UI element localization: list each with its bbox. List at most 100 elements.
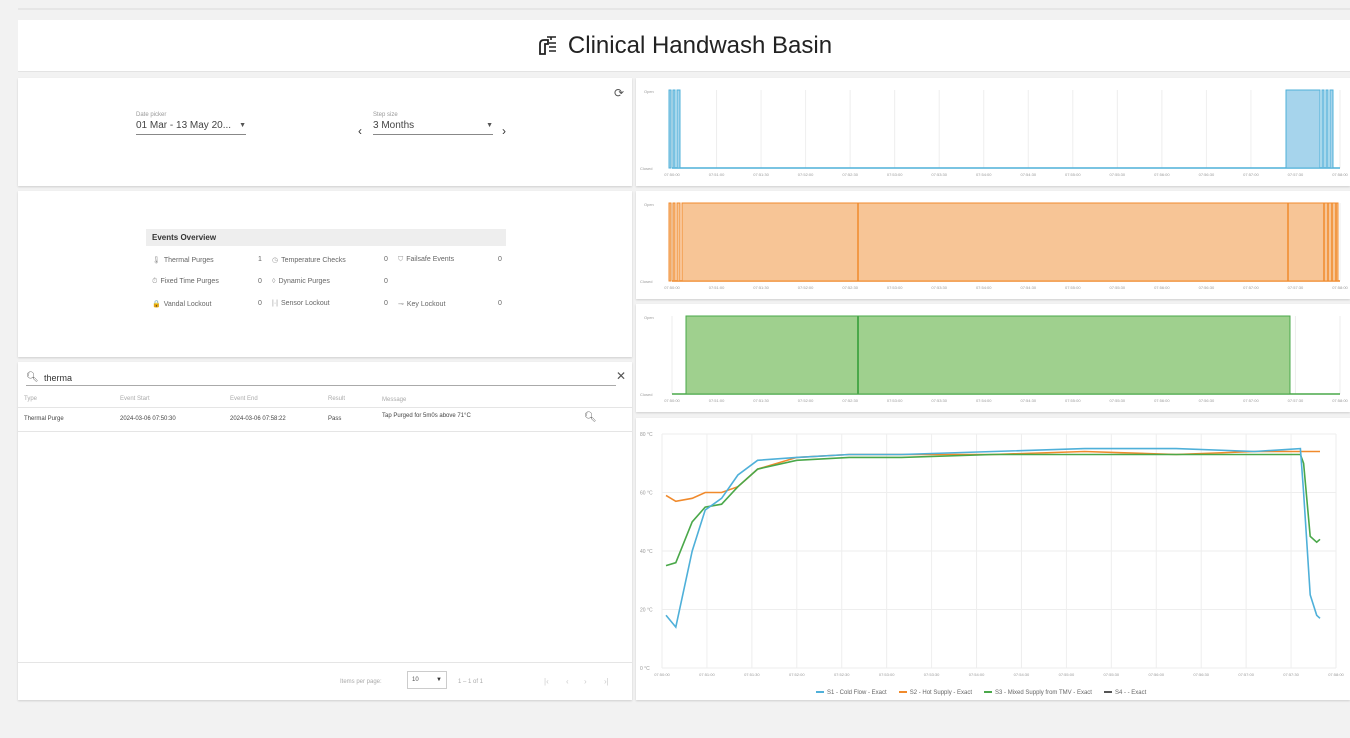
- x-tick-label: 07:57:30: [1288, 398, 1304, 403]
- search-icon: 🔍︎: [26, 372, 39, 383]
- on-segment: [672, 89, 676, 169]
- items-per-page-value: 10: [412, 677, 419, 683]
- legend-label: S2 - Hot Supply - Exact: [909, 690, 973, 696]
- column-header-event-end[interactable]: Event End: [230, 396, 258, 402]
- legend-swatch: [816, 691, 824, 694]
- search-input[interactable]: [44, 372, 564, 383]
- step-size-value[interactable]: 3 Months ▼: [373, 120, 493, 135]
- y-tick-label: 40 °C: [640, 549, 653, 555]
- event-label: Dynamic Purges: [278, 278, 330, 285]
- event-count: 0: [384, 300, 388, 307]
- legend-item-s3[interactable]: S3 - Mixed Supply from TMV - Exact: [984, 690, 1092, 696]
- x-tick-label: 07:51:00: [709, 172, 725, 177]
- digital-chart-s2: 07:50:00 07:51:00 07:51:30 07:52:00 07:52:30…: [636, 191, 1350, 299]
- on-segment: [685, 315, 1291, 395]
- x-tick-label: 07:55:00: [1065, 172, 1081, 177]
- stopwatch-icon: ⏱: [152, 278, 158, 285]
- series-line-s2: [665, 450, 1320, 503]
- first-page-button[interactable]: |‹: [544, 677, 549, 686]
- next-page-button[interactable]: ›: [584, 677, 587, 686]
- x-tick-label: 07:58:00: [1332, 172, 1348, 177]
- column-header-event-start[interactable]: Event Start: [120, 396, 150, 402]
- x-tick-label: 07:51:30: [753, 285, 769, 290]
- x-tick-label: 07:50:00: [664, 285, 680, 290]
- next-step-button[interactable]: ›: [502, 124, 506, 138]
- step-size-text: 3 Months: [373, 120, 415, 131]
- page-title-text: Clinical Handwash Basin: [567, 31, 833, 59]
- dropdown-caret-icon: ▼: [239, 122, 246, 129]
- y-tick-label: Open: [644, 89, 654, 94]
- series-line-s3: [665, 453, 1321, 567]
- x-tick-label: 07:55:00: [1059, 672, 1075, 677]
- step-size-label: Step size: [373, 112, 398, 118]
- on-segment: [668, 202, 672, 282]
- date-range-picker[interactable]: Date picker 01 Mar - 13 May 20... ▼: [136, 112, 246, 135]
- legend-swatch: [898, 691, 907, 694]
- x-tick-label: 07:55:30: [1110, 398, 1126, 403]
- x-tick-label: 07:52:30: [834, 672, 850, 677]
- x-tick-label: 07:57:30: [1288, 172, 1304, 177]
- legend-item-s4[interactable]: S4 - - Exact: [1103, 690, 1147, 696]
- previous-step-button[interactable]: ‹: [358, 124, 362, 138]
- table-row[interactable]: Thermal Purge 2024-03-06 07:50:30 2024-0…: [18, 410, 632, 432]
- series-line-s1: [665, 447, 1321, 629]
- event-label: Sensor Lockout: [280, 300, 330, 307]
- x-tick-label: 07:51:30: [753, 172, 769, 177]
- x-tick-label: 07:56:00: [1154, 285, 1170, 290]
- previous-page-button[interactable]: ‹: [566, 677, 569, 686]
- date-range-label: Date picker: [136, 112, 167, 118]
- y-tick-label: 60 °C: [640, 491, 653, 497]
- column-header-type[interactable]: Type: [24, 396, 37, 402]
- refresh-icon[interactable]: ⟳: [614, 86, 624, 100]
- x-tick-label: 07:52:30: [842, 285, 858, 290]
- thermometer-icon: 🌡: [152, 257, 161, 264]
- close-icon[interactable]: ✕: [616, 369, 626, 383]
- view-details-icon[interactable]: 🔍︎: [584, 412, 597, 423]
- event-thermal-purges: 🌡 Thermal Purges: [152, 256, 258, 264]
- x-tick-label: 07:58:00: [1332, 398, 1348, 403]
- event-count: 0: [384, 278, 388, 285]
- x-tick-label: 07:55:30: [1104, 672, 1120, 677]
- x-tick-label: 07:52:30: [842, 398, 858, 403]
- date-range-value[interactable]: 01 Mar - 13 May 20... ▼: [136, 120, 246, 135]
- events-overview: Events Overview 🌡 Thermal Purges 1 ◷ Tempe…: [146, 229, 506, 308]
- y-tick-label: Closed: [640, 392, 652, 397]
- event-dynamic-purges: ◊ Dynamic Purges: [272, 278, 384, 286]
- search-bar: 🔍︎ ✕: [26, 369, 626, 386]
- x-tick-label: 07:57:00: [1243, 398, 1259, 403]
- event-label: Fixed Time Purges: [160, 278, 219, 285]
- drop-icon: ◊: [272, 278, 276, 285]
- event-label: Temperature Checks: [281, 257, 346, 264]
- x-tick-label: 07:55:00: [1065, 398, 1081, 403]
- step-size-select[interactable]: Step size 3 Months ▼: [373, 112, 493, 135]
- event-count: 0: [258, 300, 262, 307]
- y-tick-label: Closed: [640, 279, 652, 284]
- column-header-result[interactable]: Result: [328, 396, 345, 402]
- events-overview-title: Events Overview: [146, 229, 506, 246]
- items-per-page-select[interactable]: 10 ▼: [407, 671, 447, 689]
- x-tick-label: 07:55:30: [1110, 285, 1126, 290]
- event-label: Thermal Purges: [163, 257, 214, 264]
- on-segment: [668, 89, 672, 169]
- sensor-icon: |·|: [272, 300, 278, 307]
- x-tick-label: 07:53:00: [887, 285, 903, 290]
- column-header-message[interactable]: Message: [382, 396, 512, 404]
- legend-label: S4 - - Exact: [1114, 690, 1147, 696]
- legend-item-s1[interactable]: S1 - Cold Flow - Exact: [816, 690, 887, 696]
- digital-chart-s3-svg: 07:50:00 07:51:00 07:51:30 07:52:00 07:52:30…: [640, 315, 1349, 403]
- event-fixed-time-purges: ⏱ Fixed Time Purges: [152, 278, 258, 286]
- last-page-button[interactable]: ›|: [604, 677, 609, 686]
- x-tick-label: 07:54:30: [1020, 172, 1036, 177]
- date-range-text: 01 Mar - 13 May 20...: [136, 120, 232, 131]
- x-tick-label: 07:53:30: [924, 672, 940, 677]
- y-tick-label: 0 °C: [640, 666, 650, 672]
- event-count: 0: [258, 278, 262, 285]
- x-tick-label: 07:50:00: [654, 672, 670, 677]
- x-tick-label: 07:54:00: [976, 398, 992, 403]
- top-divider: [18, 8, 1350, 10]
- x-tick-label: 07:54:30: [1020, 285, 1036, 290]
- y-tick-label: 20 °C: [640, 608, 653, 614]
- temperature-chart-svg: 80 °C 60 °C 40 °C 20 °C 0 °C 07:50:00 07:51:00…: [640, 432, 1345, 677]
- on-segment: [1285, 89, 1321, 169]
- legend-item-s2[interactable]: S2 - Hot Supply - Exact: [898, 690, 973, 696]
